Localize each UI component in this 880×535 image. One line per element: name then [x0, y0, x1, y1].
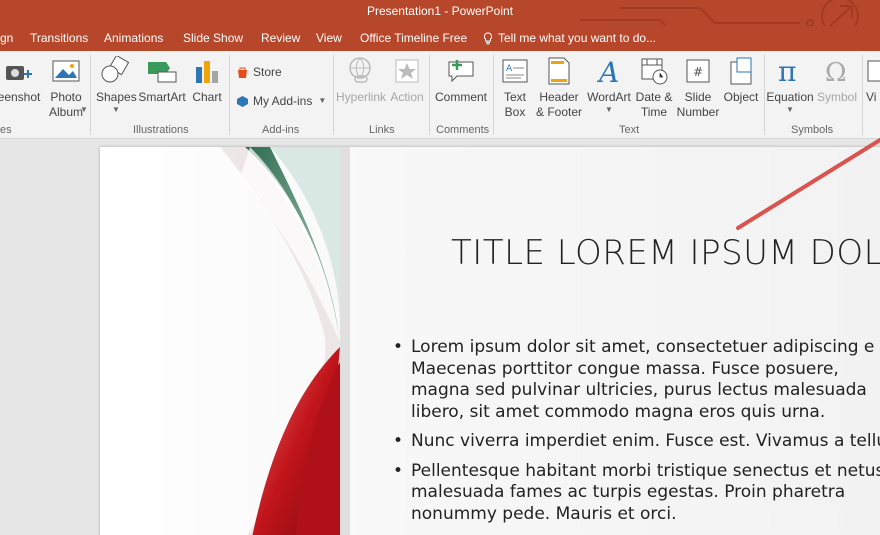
chart-button[interactable]: Chart [190, 53, 224, 105]
header-footer-icon [548, 57, 570, 85]
chart-icon [196, 61, 218, 83]
window-title: Presentation1 - PowerPoint [366, 4, 514, 18]
group-label-images: es [0, 124, 12, 136]
group-separator [90, 55, 91, 135]
tell-me-text: Tell me what you want to do... [498, 31, 657, 45]
symbol-icon: Ω [825, 58, 847, 86]
shapes-button[interactable]: Shapes ▼ [96, 53, 137, 115]
title-bar: Presentation1 - PowerPoint [0, 0, 880, 26]
slide-body[interactable]: Lorem ipsum dolor sit amet, consectetuer… [393, 337, 880, 533]
lightbulb-icon [483, 31, 493, 44]
header-footer-button[interactable]: Header & Footer [534, 53, 584, 120]
list-item: Lorem ipsum dolor sit amet, consectetuer… [393, 337, 880, 423]
text-box-button[interactable]: A Text Box [498, 53, 532, 120]
group-label-illustrations: Illustrations [133, 124, 189, 136]
smartart-button[interactable]: SmartArt [138, 53, 186, 105]
tab-review[interactable]: Review [261, 31, 300, 45]
date-time-icon [641, 58, 668, 85]
chevron-down-icon: ▼ [605, 105, 613, 114]
object-button[interactable]: Object [720, 53, 762, 105]
my-addins-icon [237, 95, 248, 107]
tab-view[interactable]: View [316, 31, 342, 45]
video-icon [867, 60, 880, 82]
group-separator [862, 55, 863, 135]
comment-button[interactable]: Comment [433, 53, 489, 105]
chevron-down-icon: ▼ [80, 105, 88, 114]
action-button[interactable]: Action [389, 53, 425, 105]
group-label-comments: Comments [436, 124, 490, 136]
annotation-arrow [736, 138, 880, 230]
store-icon [238, 67, 247, 78]
hyperlink-icon [349, 57, 371, 83]
comment-icon [448, 60, 474, 83]
ribbon-tab-bar: gn Transitions Animations Slide Show Rev… [0, 26, 880, 51]
tab-slide-show[interactable]: Slide Show [183, 31, 243, 45]
svg-text:#: # [693, 65, 703, 79]
tab-animations[interactable]: Animations [104, 31, 163, 45]
list-item: Nunc viverra imperdiet enim. Fusce est. … [393, 431, 880, 453]
equation-icon: π [778, 56, 796, 86]
wordart-button[interactable]: A WordArt ▼ [585, 53, 633, 115]
slide-number-icon: # [686, 59, 710, 83]
photo-album-icon [52, 60, 80, 82]
smartart-icon [148, 62, 177, 83]
video-button[interactable]: Vi [866, 53, 880, 105]
tab-design[interactable]: gn [0, 31, 13, 45]
group-separator [493, 55, 494, 135]
svg-text:A: A [506, 64, 513, 74]
svg-text:A: A [596, 56, 619, 86]
wordart-icon: A [596, 56, 619, 86]
action-icon [395, 59, 419, 83]
tab-office-timeline[interactable]: Office Timeline Free [360, 31, 467, 45]
ribbon-insert: eenshot Photo Album ▼ es Shapes ▼ SmartA… [0, 51, 880, 139]
group-separator [429, 55, 430, 135]
tab-transitions[interactable]: Transitions [30, 31, 88, 45]
group-separator [229, 55, 230, 135]
chevron-down-icon: ▼ [318, 96, 327, 105]
object-icon [730, 57, 752, 85]
list-item: Pellentesque habitant morbi tristique se… [393, 461, 880, 526]
tell-me-search[interactable]: Tell me what you want to do... [483, 31, 656, 45]
slide-background-art [220, 147, 350, 535]
photo-album-button[interactable]: Photo Album ▼ [46, 53, 88, 120]
date-time-button[interactable]: Date & Time [633, 53, 675, 120]
group-label-addins: Add-ins [262, 124, 300, 136]
group-separator [333, 55, 334, 135]
screenshot-icon [6, 66, 32, 80]
chevron-down-icon: ▼ [112, 105, 120, 114]
screenshot-button[interactable]: eenshot [0, 53, 43, 105]
my-addins-button[interactable]: My Add-ins ▼ [236, 94, 326, 108]
group-label-links: Links [369, 124, 395, 136]
group-label-text: Text [619, 124, 640, 136]
chevron-down-icon: ▼ [786, 105, 794, 114]
equation-button[interactable]: π Equation ▼ [765, 53, 815, 115]
shapes-icon [101, 56, 130, 83]
slide-number-button[interactable]: # Slide Number [676, 53, 720, 120]
slide-title[interactable]: TITLE LOREM IPSUM DOLO [451, 233, 880, 273]
store-button[interactable]: Store [236, 65, 282, 79]
symbol-button[interactable]: Ω Symbol [815, 53, 859, 105]
text-box-icon: A [502, 59, 528, 83]
hyperlink-button[interactable]: Hyperlink [336, 53, 386, 105]
svg-text:Ω: Ω [825, 58, 847, 86]
svg-text:π: π [778, 56, 796, 86]
